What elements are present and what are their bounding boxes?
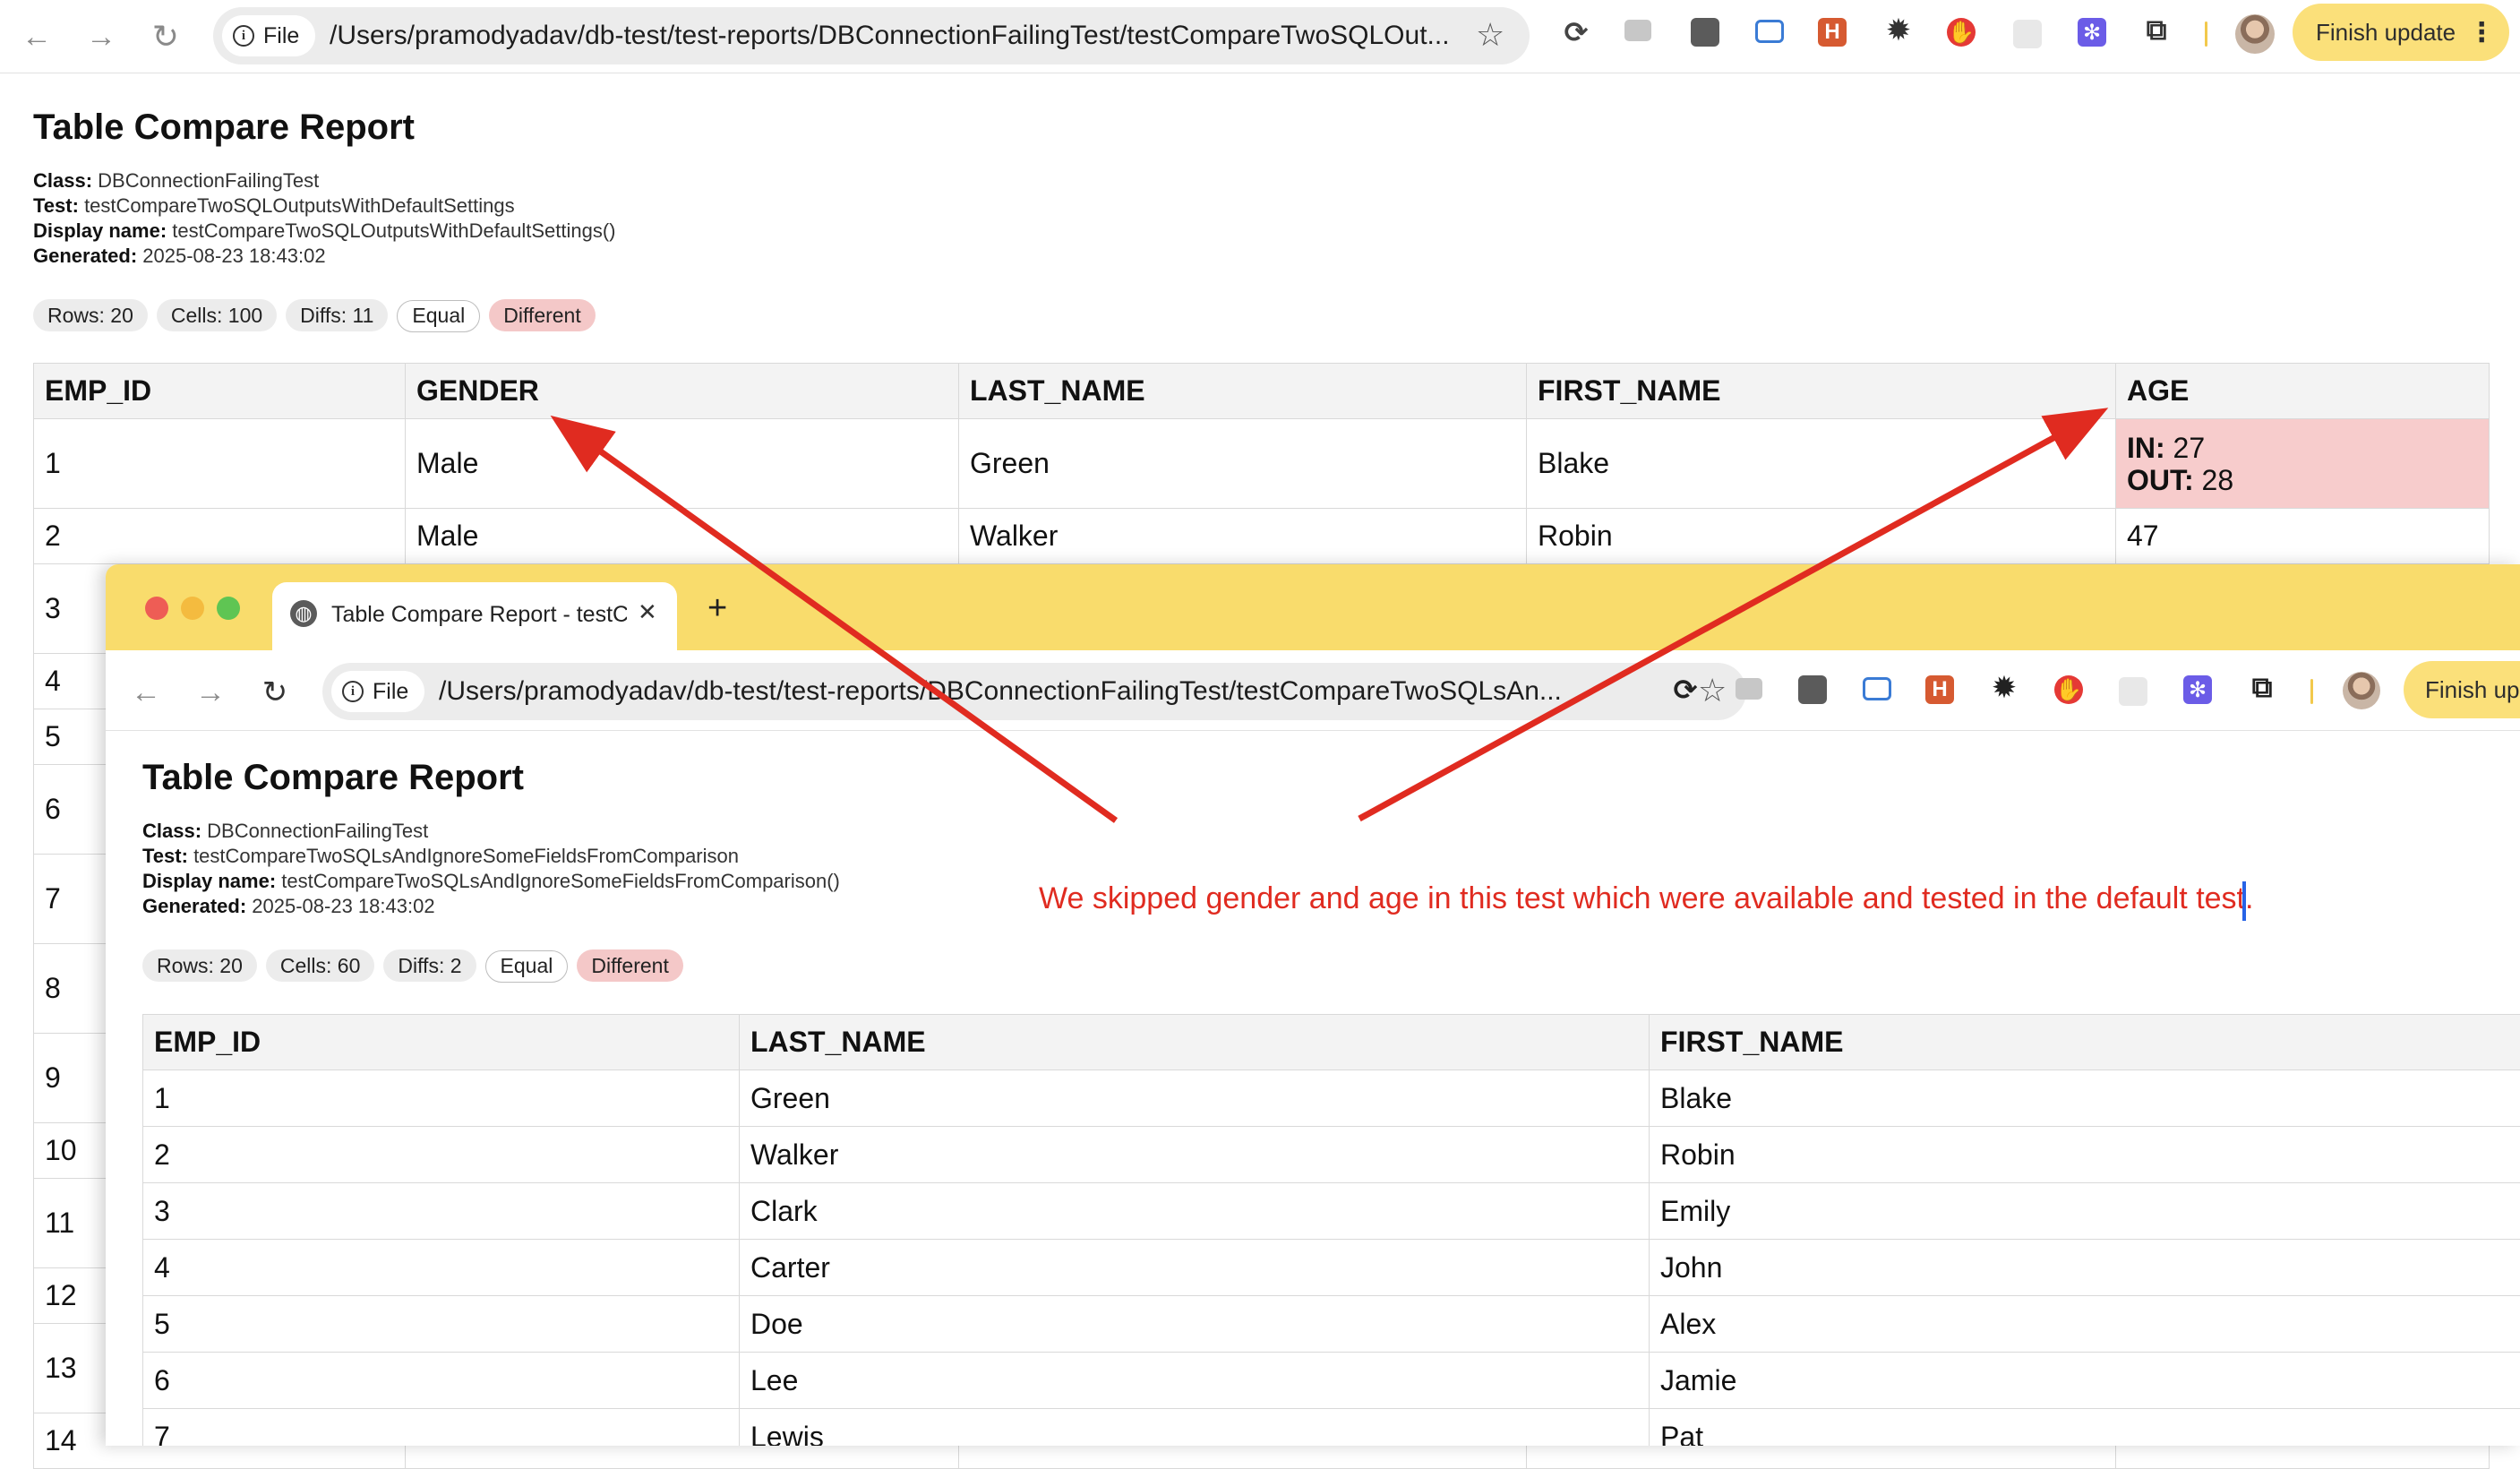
arrow-to-gender-column [561, 423, 1116, 820]
arrow-to-age-column [1359, 414, 2097, 819]
text-cursor [2242, 881, 2246, 921]
annotation-arrows [0, 0, 2520, 1446]
annotation-note: We skipped gender and age in this test w… [1039, 881, 2253, 916]
